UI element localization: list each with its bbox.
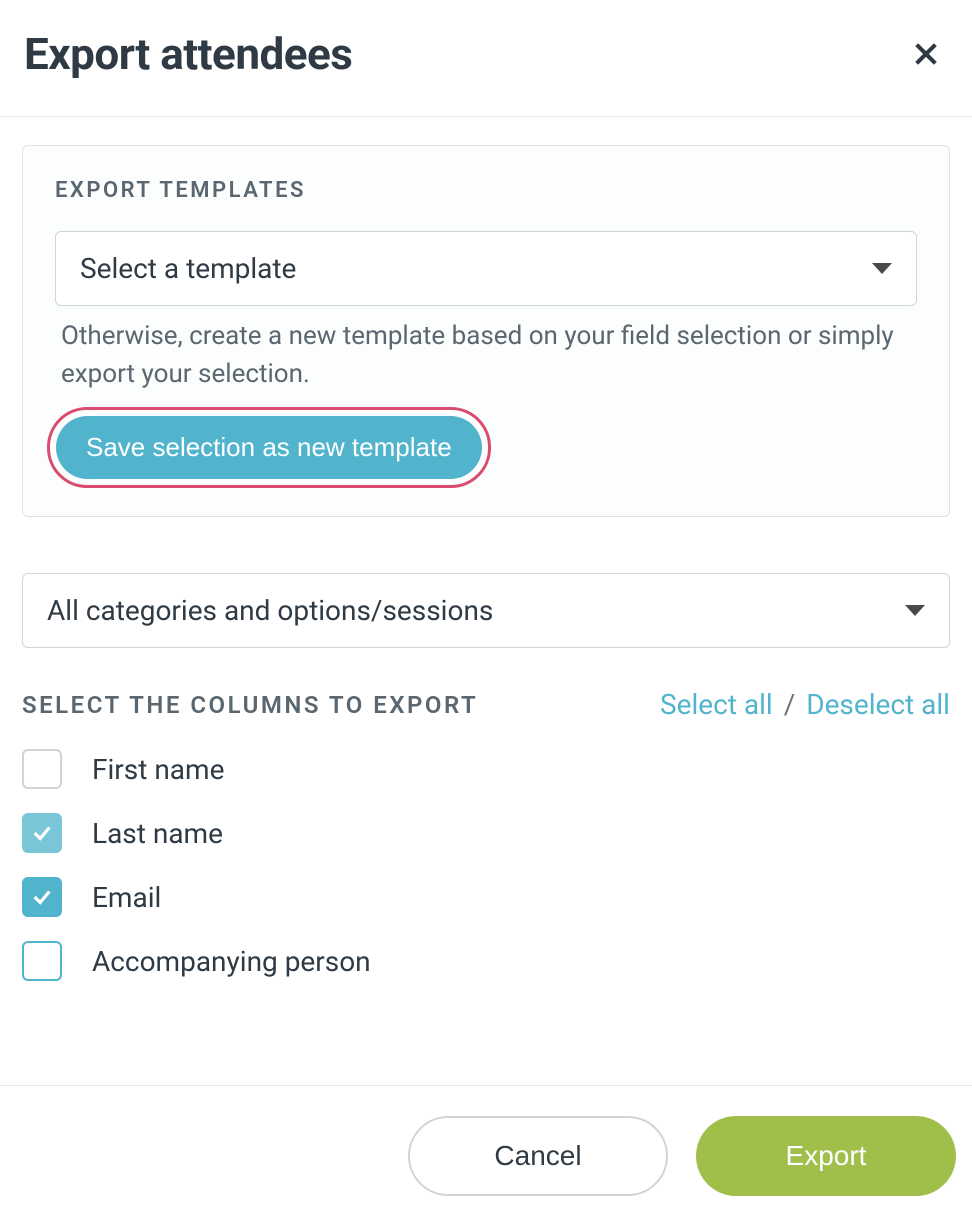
column-checkbox[interactable]	[22, 813, 62, 853]
column-checkbox[interactable]	[22, 941, 62, 981]
export-templates-title: EXPORT TEMPLATES	[55, 178, 917, 203]
check-icon	[31, 822, 53, 844]
column-checkbox[interactable]	[22, 749, 62, 789]
column-row: Email	[22, 877, 950, 917]
dialog-title: Export attendees	[24, 28, 352, 80]
caret-down-icon	[905, 605, 925, 616]
select-all-link[interactable]: Select all	[660, 688, 773, 721]
bulk-select-links: Select all / Deselect all	[660, 688, 950, 721]
export-button[interactable]: Export	[696, 1116, 956, 1196]
dialog-header: Export attendees	[0, 0, 972, 117]
column-label: Email	[92, 881, 161, 914]
deselect-all-link[interactable]: Deselect all	[806, 688, 950, 721]
save-template-button[interactable]: Save selection as new template	[56, 416, 482, 479]
columns-list: First name Last name Email Accompanying per…	[22, 749, 950, 981]
columns-section-title: SELECT THE COLUMNS TO EXPORT	[22, 691, 478, 719]
categories-select[interactable]: All categories and options/sessions	[22, 573, 950, 648]
close-icon	[912, 40, 940, 68]
categories-select-value: All categories and options/sessions	[47, 594, 493, 627]
template-helper-text: Otherwise, create a new template based o…	[61, 318, 911, 393]
dialog-body: EXPORT TEMPLATES Select a template Other…	[0, 117, 972, 981]
column-label: First name	[92, 753, 224, 786]
column-checkbox[interactable]	[22, 877, 62, 917]
caret-down-icon	[872, 263, 892, 274]
columns-header: SELECT THE COLUMNS TO EXPORT Select all …	[22, 688, 950, 721]
save-template-highlight: Save selection as new template	[47, 407, 491, 488]
column-label: Accompanying person	[92, 945, 371, 978]
check-icon	[31, 886, 53, 908]
export-templates-panel: EXPORT TEMPLATES Select a template Other…	[22, 145, 950, 517]
column-label: Last name	[92, 817, 223, 850]
column-row: Accompanying person	[22, 941, 950, 981]
cancel-button[interactable]: Cancel	[408, 1116, 668, 1196]
close-button[interactable]	[904, 32, 948, 76]
template-select[interactable]: Select a template	[55, 231, 917, 306]
template-select-value: Select a template	[80, 252, 296, 285]
column-row: First name	[22, 749, 950, 789]
dialog-footer: Cancel Export	[0, 1085, 972, 1216]
link-separator: /	[784, 688, 796, 721]
column-row: Last name	[22, 813, 950, 853]
